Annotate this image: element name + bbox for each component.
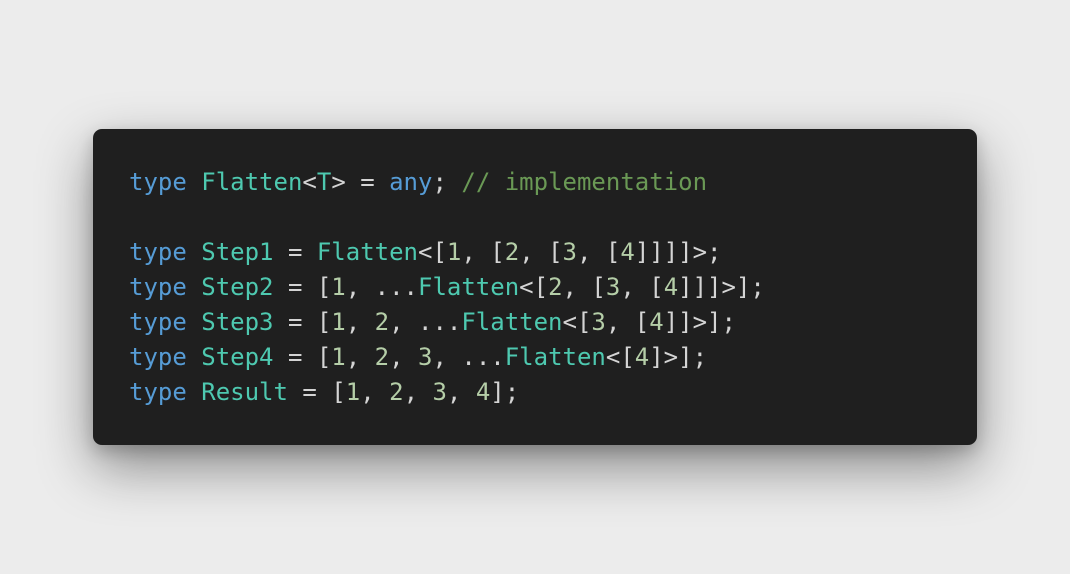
code-token-type-name: Step3 <box>201 308 274 336</box>
code-token-punctuation <box>187 238 201 266</box>
code-token-number: 1 <box>331 343 346 371</box>
code-token-punctuation: ; <box>432 168 462 196</box>
code-token-punctuation: ]]>]; <box>663 308 736 336</box>
code-token-keyword: type <box>129 343 187 371</box>
code-token-type-name: Step2 <box>201 273 274 301</box>
code-token-number: 2 <box>374 343 390 371</box>
code-token-punctuation: <[ <box>605 343 635 371</box>
code-token-punctuation: , [ <box>577 238 621 266</box>
code-token-number: 4 <box>649 308 664 336</box>
code-line: type Result = [1, 2, 3, 4]; <box>129 375 977 410</box>
code-token-number: 2 <box>504 238 520 266</box>
code-token-number: 2 <box>374 308 390 336</box>
code-token-number: 3 <box>591 308 606 336</box>
code-token-punctuation: ]]]>]; <box>678 273 765 301</box>
code-token-punctuation: , <box>345 343 375 371</box>
code-token-keyword: type <box>129 308 187 336</box>
code-block: type Flatten<T> = any; // implementation… <box>129 165 977 410</box>
code-token-type-name: Flatten <box>504 343 606 371</box>
code-token-type-name: Flatten <box>316 238 419 266</box>
code-token-punctuation: = [ <box>287 378 346 406</box>
code-token-number: 3 <box>562 238 577 266</box>
code-token-punctuation: , [ <box>620 273 664 301</box>
code-token-punctuation: <[ <box>418 238 447 266</box>
code-token-punctuation: , [ <box>519 238 563 266</box>
code-line: type Step1 = Flatten<[1, [2, [3, [4]]]]>… <box>129 235 977 270</box>
code-token-number: 2 <box>548 273 563 301</box>
code-token-number: 1 <box>345 378 361 406</box>
code-token-punctuation: ]; <box>490 378 520 406</box>
code-token-punctuation <box>187 308 201 336</box>
code-token-punctuation: ]]]]>; <box>634 238 722 266</box>
code-token-type-name: Flatten <box>201 168 303 196</box>
code-token-punctuation: > = <box>331 168 390 196</box>
code-token-keyword: any <box>389 168 433 196</box>
code-token-number: 1 <box>446 238 462 266</box>
code-token-punctuation: , ... <box>345 273 418 301</box>
code-token-punctuation <box>187 273 201 301</box>
code-token-punctuation: , <box>360 378 390 406</box>
code-token-punctuation: , <box>345 308 375 336</box>
code-token-number: 4 <box>634 343 650 371</box>
code-token-type-name: Step1 <box>201 238 274 266</box>
code-token-punctuation: , ... <box>432 343 505 371</box>
code-token-punctuation: = [ <box>273 308 332 336</box>
code-token-punctuation: , <box>446 378 476 406</box>
code-token-punctuation: <[ <box>519 273 549 301</box>
code-token-number: 1 <box>331 273 346 301</box>
code-token-punctuation: < <box>302 168 317 196</box>
code-token-punctuation: ]>]; <box>649 343 708 371</box>
code-token-punctuation: , [ <box>461 238 505 266</box>
code-line: type Step2 = [1, ...Flatten<[2, [3, [4]]… <box>129 270 977 305</box>
code-token-type-name: Result <box>201 378 288 406</box>
code-line: type Flatten<T> = any; // implementation <box>129 165 977 200</box>
code-token-comment: // implementation <box>461 168 708 196</box>
code-token-number: 3 <box>605 273 621 301</box>
code-token-type-name: Step4 <box>201 343 274 371</box>
code-token-type-name: Flatten <box>418 273 520 301</box>
code-token-keyword: type <box>129 238 187 266</box>
code-line: type Step3 = [1, 2, ...Flatten<[3, [4]]>… <box>129 305 977 340</box>
code-token-type-name: T <box>316 168 332 196</box>
code-token-number: 3 <box>418 343 433 371</box>
code-window: type Flatten<T> = any; // implementation… <box>93 129 977 445</box>
code-token-punctuation: , [ <box>605 308 650 336</box>
code-token-number: 4 <box>475 378 491 406</box>
code-token-keyword: type <box>129 378 187 406</box>
code-token-punctuation: , [ <box>562 273 606 301</box>
code-token-number: 1 <box>331 308 346 336</box>
code-token-number: 3 <box>432 378 447 406</box>
code-token-punctuation <box>187 343 201 371</box>
code-token-punctuation: <[ <box>562 308 592 336</box>
code-line: type Step4 = [1, 2, 3, ...Flatten<[4]>]; <box>129 340 977 375</box>
code-token-number: 2 <box>389 378 404 406</box>
code-token-punctuation <box>187 378 201 406</box>
code-token-punctuation: = <box>273 238 317 266</box>
code-token-punctuation: = [ <box>273 343 332 371</box>
code-token-punctuation: , <box>403 378 433 406</box>
code-token-number: 4 <box>663 273 679 301</box>
code-token-number: 4 <box>620 238 635 266</box>
code-token-punctuation: , ... <box>389 308 462 336</box>
code-token-punctuation <box>187 168 201 196</box>
code-token-keyword: type <box>129 168 187 196</box>
code-token-punctuation: = [ <box>273 273 332 301</box>
code-token-keyword: type <box>129 273 187 301</box>
code-token-type-name: Flatten <box>461 308 563 336</box>
code-token-punctuation: , <box>389 343 419 371</box>
